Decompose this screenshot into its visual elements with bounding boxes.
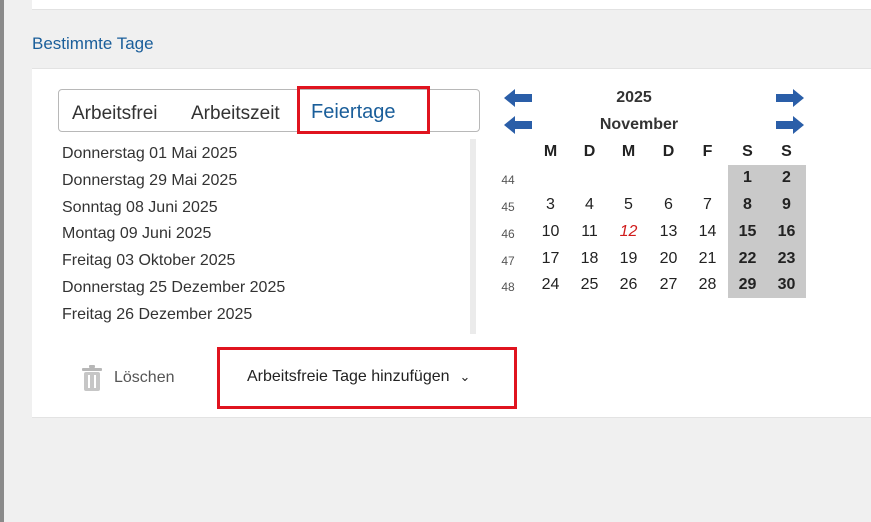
calendar-day[interactable]: 27 [649,272,688,298]
calendar-day[interactable]: 13 [649,219,688,245]
delete-button[interactable]: Löschen [80,364,175,392]
calendar-day[interactable]: 19 [609,246,648,272]
calendar-day[interactable]: 26 [609,272,648,298]
weekday-header: M [543,143,558,160]
holiday-list[interactable]: Donnerstag 01 Mai 2025 Donnerstag 29 Mai… [58,139,476,334]
tab-arbeitsfrei[interactable]: Arbeitsfrei [72,103,158,125]
top-panel [32,0,871,10]
prev-year-arrow-icon[interactable] [504,89,534,107]
calendar-day[interactable]: 10 [531,219,570,245]
calendar-day[interactable]: 29 [728,272,767,298]
tab-highlight-box [297,86,430,134]
delete-label: Löschen [114,369,175,386]
week-number: 46 [501,227,515,241]
calendar-day[interactable]: 3 [531,192,570,218]
next-year-arrow-icon[interactable] [774,89,804,107]
calendar-day[interactable]: 14 [688,219,727,245]
calendar-empty-cell [531,165,570,191]
weekday-header: D [583,143,596,160]
section-title: Bestimmte Tage [32,34,154,53]
week-number: 45 [501,200,515,214]
calendar-day[interactable]: 28 [688,272,727,298]
calendar-day[interactable]: 22 [728,246,767,273]
week-number: 48 [501,280,515,294]
list-item[interactable]: Freitag 03 Oktober 2025 [62,252,235,270]
calendar-day[interactable]: 4 [570,192,609,218]
calendar-day[interactable]: 18 [570,246,609,272]
calendar-day[interactable]: 5 [609,192,648,218]
tab-arbeitszeit[interactable]: Arbeitszeit [191,103,280,125]
calendar-day[interactable]: 16 [767,219,806,246]
week-number: 44 [501,173,515,187]
calendar-day[interactable]: 11 [570,219,609,245]
calendar-day[interactable]: 25 [570,272,609,298]
calendar-day[interactable]: 21 [688,246,727,272]
calendar-year: 2025 [616,89,652,106]
window-edge [0,0,4,522]
calendar-day[interactable]: 6 [649,192,688,218]
list-item[interactable]: Donnerstag 25 Dezember 2025 [62,279,285,297]
weekday-header: M [621,143,636,160]
list-item[interactable]: Freitag 26 Dezember 2025 [62,306,252,324]
list-item[interactable]: Donnerstag 01 Mai 2025 [62,145,237,163]
next-month-arrow-icon[interactable] [774,116,804,134]
weekday-header: F [702,143,713,160]
calendar-day[interactable]: 24 [531,272,570,298]
calendar-day[interactable]: 2 [767,165,806,192]
calendar-empty-cell [649,165,688,191]
trash-icon [82,365,102,391]
calendar-day[interactable]: 30 [767,272,806,298]
list-item[interactable]: Sonntag 08 Juni 2025 [62,199,218,217]
calendar-empty-cell [609,165,648,191]
calendar-day[interactable]: 12 [609,219,648,245]
calendar-day[interactable]: 9 [767,192,806,219]
calendar-empty-cell [688,165,727,191]
calendar-empty-cell [570,165,609,191]
weekday-header: D [662,143,675,160]
list-scrollbar[interactable] [470,139,476,334]
calendar-month: November [599,116,679,133]
calendar-day[interactable]: 17 [531,246,570,272]
calendar-day[interactable]: 8 [728,192,767,219]
add-button-highlight-box [217,347,517,409]
calendar-day[interactable]: 23 [767,246,806,273]
week-number: 47 [501,254,515,268]
list-item[interactable]: Montag 09 Juni 2025 [62,225,211,243]
prev-month-arrow-icon[interactable] [504,116,534,134]
list-item[interactable]: Donnerstag 29 Mai 2025 [62,172,237,190]
calendar-day[interactable]: 15 [728,219,767,246]
weekday-header: S [781,143,792,160]
calendar-day[interactable]: 20 [649,246,688,272]
calendar-day[interactable]: 1 [728,165,767,192]
calendar-day[interactable]: 7 [688,192,727,218]
weekday-header: S [742,143,753,160]
